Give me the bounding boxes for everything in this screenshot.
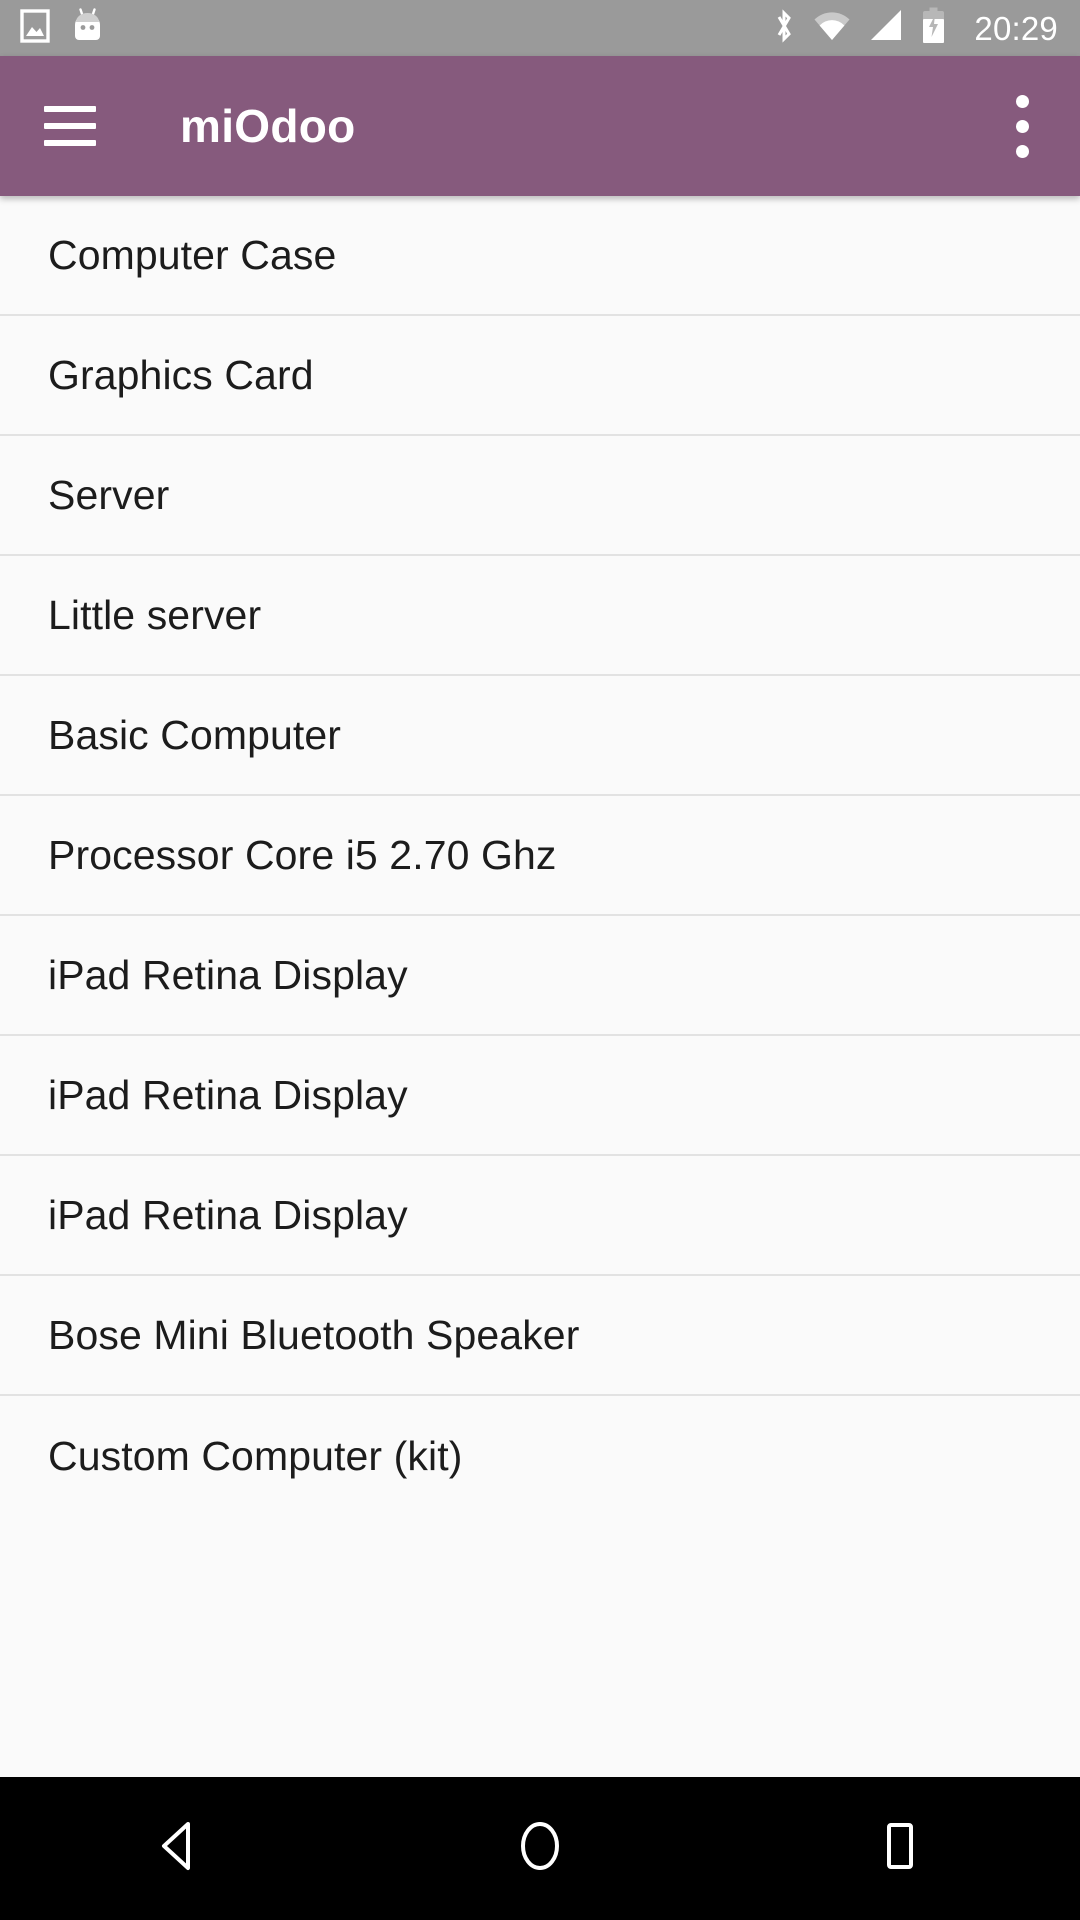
phone-screen: 20:29 miOdoo Computer Case Graphics Card… <box>0 0 1080 1920</box>
list-item-label: Server <box>48 471 170 518</box>
list-item[interactable]: Custom Computer (kit) <box>0 1396 1080 1516</box>
status-bar-clock: 20:29 <box>974 9 1058 47</box>
bluetooth-icon <box>772 8 796 49</box>
list-item[interactable]: Little server <box>0 556 1080 676</box>
list-item[interactable]: iPad Retina Display <box>0 916 1080 1036</box>
home-button[interactable] <box>480 1777 600 1920</box>
status-bar-notification-icons <box>20 7 103 49</box>
list-item-label: iPad Retina Display <box>48 1071 408 1118</box>
wifi-icon <box>813 9 851 47</box>
back-button[interactable] <box>120 1777 240 1920</box>
list-item-label: Custom Computer (kit) <box>48 1432 463 1479</box>
list-item[interactable]: iPad Retina Display <box>0 1036 1080 1156</box>
list-item-label: Graphics Card <box>48 351 314 398</box>
screenshot-icon <box>20 8 50 48</box>
app-title: miOdoo <box>180 100 356 152</box>
navigation-bar <box>0 1777 1080 1920</box>
overflow-menu-icon[interactable] <box>992 82 1052 170</box>
list-item-label: Bose Mini Bluetooth Speaker <box>48 1311 580 1358</box>
recents-square-icon <box>876 1818 924 1879</box>
list-item[interactable]: iPad Retina Display <box>0 1156 1080 1276</box>
battery-charging-icon <box>921 7 946 49</box>
list-item-label: Processor Core i5 2.70 Ghz <box>48 831 557 878</box>
app-bar: miOdoo <box>0 56 1080 196</box>
status-bar: 20:29 <box>0 0 1080 56</box>
product-list[interactable]: Computer Case Graphics Card Server Littl… <box>0 196 1080 1920</box>
list-item[interactable]: Graphics Card <box>0 316 1080 436</box>
list-item-label: Computer Case <box>48 231 337 278</box>
list-item[interactable]: Processor Core i5 2.70 Ghz <box>0 796 1080 916</box>
list-item-label: Basic Computer <box>48 711 342 758</box>
android-mascot-icon <box>72 7 103 49</box>
home-circle-icon <box>513 1817 567 1880</box>
recents-button[interactable] <box>840 1777 960 1920</box>
status-bar-system-icons: 20:29 <box>772 7 1058 49</box>
list-item[interactable]: Bose Mini Bluetooth Speaker <box>0 1276 1080 1396</box>
list-item-label: iPad Retina Display <box>48 1191 408 1238</box>
cellular-signal-icon <box>868 9 904 47</box>
list-item[interactable]: Basic Computer <box>0 676 1080 796</box>
list-item-label: Little server <box>48 591 262 638</box>
hamburger-icon[interactable] <box>44 106 96 146</box>
list-item-label: iPad Retina Display <box>48 951 408 998</box>
back-triangle-icon <box>154 1818 206 1879</box>
list-item[interactable]: Server <box>0 436 1080 556</box>
list-item[interactable]: Computer Case <box>0 196 1080 316</box>
